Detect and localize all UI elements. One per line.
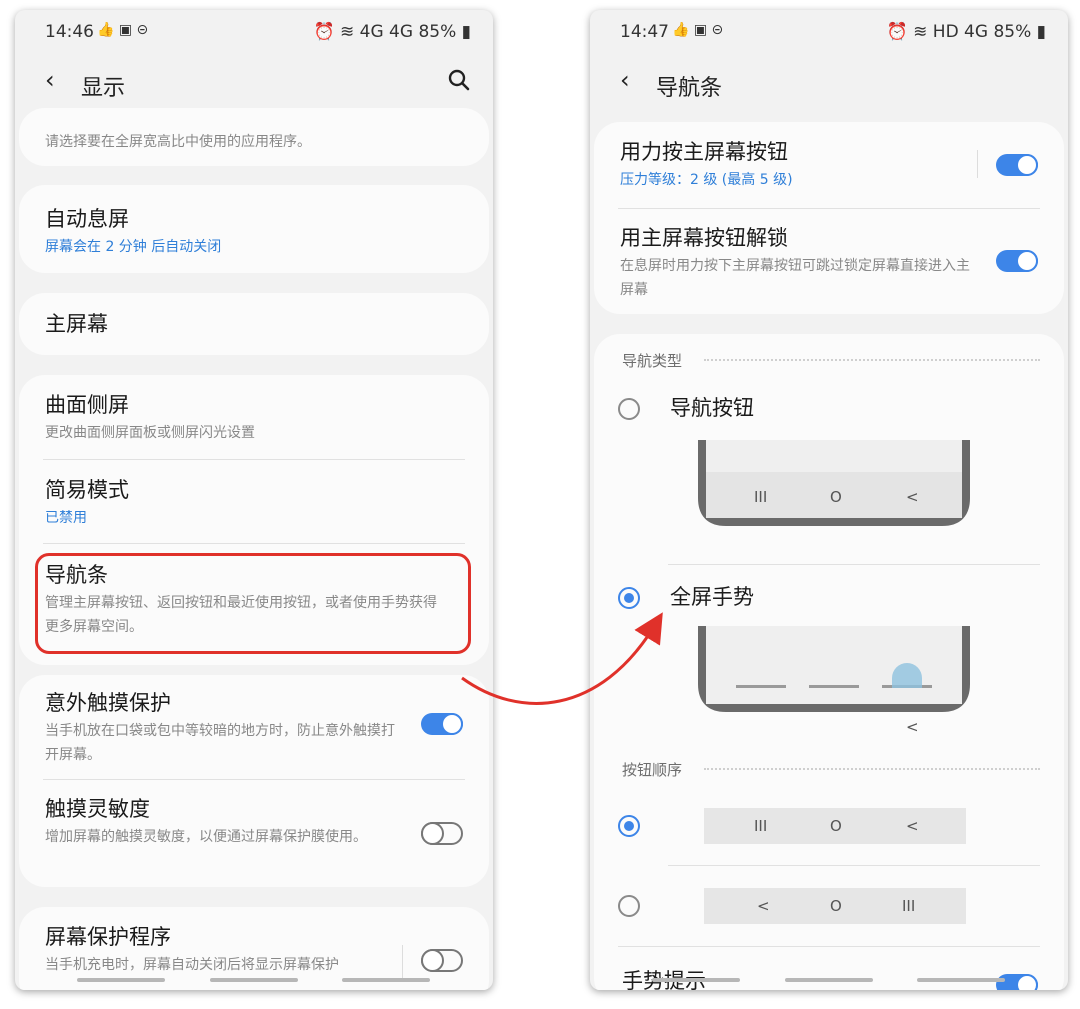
annotation-arrow-icon [461,612,663,705]
